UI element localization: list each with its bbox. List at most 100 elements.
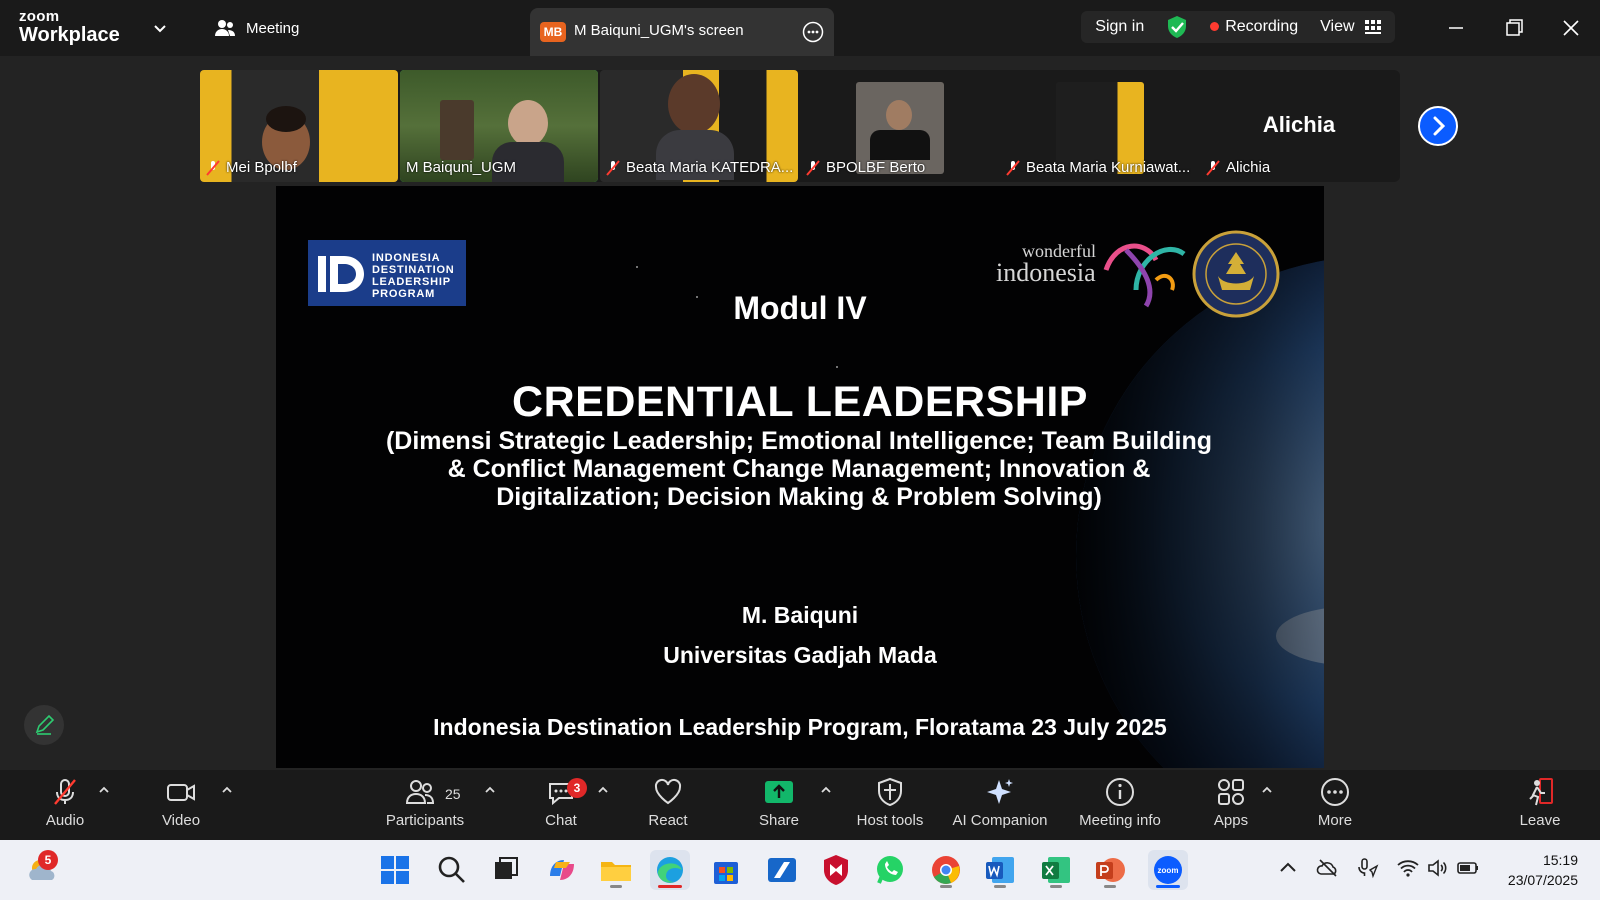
slide-university: Universitas Gadjah Mada <box>663 642 937 668</box>
task-view-button[interactable] <box>486 850 526 890</box>
slide-subtitle: (Dimensi Strategic Leadership; Emotional… <box>385 427 1213 511</box>
video-tile-active-speaker[interactable]: M Baiquni_UGM <box>400 70 598 182</box>
start-button[interactable] <box>375 850 415 890</box>
leave-button[interactable]: Leave <box>1515 776 1565 836</box>
chevron-up-icon[interactable] <box>221 784 233 796</box>
recording-indicator[interactable]: Recording <box>1210 18 1298 36</box>
chevron-up-icon[interactable] <box>98 784 110 796</box>
whatsapp-app[interactable] <box>870 850 910 890</box>
logo-bottom-text: Workplace <box>19 24 120 46</box>
audio-button[interactable]: Audio <box>40 776 90 836</box>
recording-dot-icon <box>1210 22 1220 32</box>
zoom-app[interactable]: zoom <box>1148 850 1188 890</box>
meeting-info-button[interactable]: Meeting info <box>1072 776 1168 836</box>
battery-icon[interactable] <box>1456 856 1480 880</box>
zoom-app-icon: zoom <box>1154 856 1182 884</box>
powerpoint-app[interactable] <box>1090 850 1130 890</box>
slide-title: CREDENTIAL LEADERSHIP <box>512 378 1088 426</box>
host-tools-label: Host tools <box>856 812 924 829</box>
security-shield-icon[interactable] <box>1166 15 1188 39</box>
react-button[interactable]: React <box>643 776 693 836</box>
sparkle-icon <box>987 779 1013 804</box>
participant-name: Beata Maria Kurniawat... <box>1026 159 1191 176</box>
taskbar-search[interactable] <box>432 850 472 890</box>
gallery-next-button[interactable] <box>1418 106 1458 146</box>
store-app[interactable] <box>706 850 746 890</box>
vscode-like-icon <box>768 858 796 882</box>
workspace-app[interactable] <box>762 850 802 890</box>
view-button[interactable]: View <box>1320 18 1381 36</box>
onedrive-cloud-icon[interactable] <box>1316 856 1340 880</box>
video-tile[interactable]: Beata Maria Kurniawat... <box>1000 70 1198 182</box>
more-options-icon[interactable] <box>802 21 824 43</box>
chevron-right-icon <box>1433 116 1446 136</box>
leave-label: Leave <box>1519 812 1561 829</box>
whatsapp-icon <box>877 856 903 884</box>
video-tile[interactable]: Alichia Alichia <box>1200 70 1398 182</box>
video-button[interactable]: Video <box>156 776 206 836</box>
chevron-up-icon[interactable] <box>597 784 609 796</box>
more-dots-icon <box>1321 778 1349 806</box>
chevron-down-icon[interactable] <box>152 20 168 36</box>
pencil-icon <box>35 714 55 735</box>
chevron-up-icon[interactable] <box>820 784 832 796</box>
participant-name: Alichia <box>1226 159 1271 176</box>
shield-icon <box>878 777 902 807</box>
file-explorer-app[interactable] <box>596 850 636 890</box>
excel-app[interactable] <box>1036 850 1076 890</box>
chevron-up-icon[interactable] <box>1276 856 1300 880</box>
sign-in-button[interactable]: Sign in <box>1095 18 1144 36</box>
participants-label: Participants <box>385 812 465 829</box>
close-icon[interactable] <box>1557 14 1585 42</box>
participants-icon <box>405 780 435 804</box>
meeting-menu[interactable]: Meeting <box>214 19 299 37</box>
zoom-window: zoom Workplace Meeting MB M Baiquni_UGM'… <box>0 0 1600 900</box>
shared-screen: INDONESIA DESTINATION LEADERSHIP PROGRAM… <box>276 186 1324 768</box>
more-button[interactable]: More <box>1310 776 1360 836</box>
chrome-app[interactable] <box>926 850 966 890</box>
logo-line: LEADERSHIP <box>372 276 451 288</box>
share-button[interactable]: Share <box>754 776 804 836</box>
word-app[interactable] <box>980 850 1020 890</box>
title-bar: zoom Workplace Meeting MB M Baiquni_UGM'… <box>0 0 1600 56</box>
annotate-button[interactable] <box>24 705 64 745</box>
video-tile[interactable]: BPOLBF Berto <box>800 70 998 182</box>
ai-companion-button[interactable]: AI Companion <box>948 776 1052 836</box>
react-label: React <box>648 812 688 829</box>
video-tile[interactable]: Mei Bpolbf <box>200 70 398 182</box>
system-clock[interactable]: 15:19 23/07/2025 <box>1508 850 1578 890</box>
ai-companion-label: AI Companion <box>952 812 1048 829</box>
screen-share-tab[interactable]: MB M Baiquni_UGM's screen <box>530 8 834 56</box>
meeting-info-label: Meeting info <box>1079 812 1161 829</box>
clock-date: 23/07/2025 <box>1507 872 1578 888</box>
edge-browser-icon <box>657 857 683 883</box>
apps-label: Apps <box>1213 812 1249 829</box>
excel-icon <box>1042 857 1070 883</box>
audio-label: Audio <box>45 812 85 829</box>
participants-count: 25 <box>445 786 461 802</box>
mcafee-app[interactable] <box>816 850 856 890</box>
grid-view-icon <box>1365 19 1381 34</box>
host-tools-button[interactable]: Host tools <box>852 776 928 836</box>
edge-app[interactable] <box>650 850 690 890</box>
mic-muted-icon <box>606 159 620 176</box>
participants-button[interactable]: Participants <box>380 776 470 836</box>
minimize-icon[interactable] <box>1442 14 1470 42</box>
restore-icon[interactable] <box>1500 14 1528 42</box>
chevron-up-icon[interactable] <box>1261 784 1273 796</box>
mic-muted-icon <box>206 159 220 176</box>
wifi-icon[interactable] <box>1396 856 1420 880</box>
video-tile[interactable]: Beata Maria KATEDRA... <box>600 70 798 182</box>
microphone-location-icon[interactable] <box>1356 856 1380 880</box>
view-label: View <box>1320 18 1355 35</box>
recording-label: Recording <box>1225 18 1299 35</box>
chevron-up-icon[interactable] <box>484 784 496 796</box>
slide-author: M. Baiquni <box>741 602 859 628</box>
apps-button[interactable]: Apps <box>1206 776 1256 836</box>
copilot-app[interactable] <box>542 850 582 890</box>
share-screen-icon <box>765 781 793 803</box>
zoom-workplace-logo: zoom Workplace <box>19 9 120 45</box>
volume-icon[interactable] <box>1426 856 1450 880</box>
folder-icon <box>601 862 631 881</box>
copilot-icon <box>550 860 574 880</box>
